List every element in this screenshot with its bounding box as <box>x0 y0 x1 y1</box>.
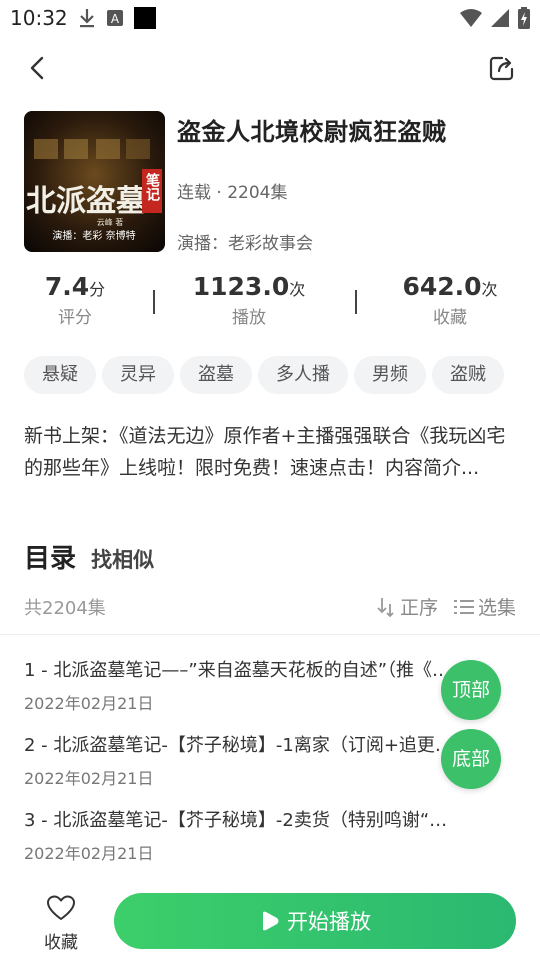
tag-chip[interactable]: 悬疑 <box>24 356 96 394</box>
stat-label: 评分 <box>58 308 92 328</box>
stat-label: 播放 <box>232 308 266 328</box>
book-cover[interactable]: 北派盗墓 笔记 云峰 著 演播：老彩 奈博特 <box>24 111 165 252</box>
tag-chip[interactable]: 男频 <box>354 356 426 394</box>
black-square-icon <box>134 7 156 29</box>
sort-label: 正序 <box>399 597 438 619</box>
stat-divider <box>153 290 155 314</box>
stat-rating: 7.4分 评分 <box>0 272 150 328</box>
a-icon: A <box>107 10 123 26</box>
select-episodes-button[interactable]: 选集 <box>453 593 516 620</box>
episode-title: 1 - 北派盗墓笔记—–”来自盗墓天花板的自述”（推《… <box>24 660 451 681</box>
episode-title: 3 - 北派盗墓笔记-【芥子秘境】-2卖货（特别鸣谢“… <box>24 810 448 831</box>
stat-value: 642.0 <box>402 272 482 301</box>
status-bar: 10:32 A <box>0 0 540 38</box>
stat-divider <box>355 290 357 314</box>
divider <box>0 634 540 635</box>
cover-main-text: 北派盗墓 <box>26 184 147 219</box>
cover-author-text: 云峰 著 <box>97 217 124 227</box>
start-play-label: 开始播放 <box>287 910 371 934</box>
tag-list: 悬疑 灵异 盗墓 多人播 男频 盗贼 <box>24 356 516 394</box>
scroll-bottom-button[interactable]: 底部 <box>441 729 501 789</box>
episode-count: 共2204集 <box>24 598 106 619</box>
tab-similar[interactable]: 找相似 <box>91 544 154 574</box>
stat-value: 1123.0 <box>192 272 290 301</box>
tag-chip[interactable]: 灵异 <box>102 356 174 394</box>
toc-header: 目录 找相似 <box>24 538 154 575</box>
stat-value: 7.4 <box>44 272 90 301</box>
share-button[interactable] <box>488 54 516 82</box>
episode-date: 2022年02月21日 <box>24 769 154 788</box>
book-status: 连载 · 2204集 <box>177 183 288 203</box>
stat-unit: 次 <box>481 280 498 299</box>
favorite-button[interactable]: 收藏 <box>36 894 86 953</box>
back-button[interactable] <box>22 52 54 84</box>
stat-favorites: 642.0次 收藏 <box>375 272 525 328</box>
sort-order-icon <box>377 597 394 617</box>
top-nav <box>0 48 540 88</box>
status-time: 10:32 <box>10 6 68 30</box>
play-icon <box>263 911 279 931</box>
stats-row: 7.4分 评分 1123.0次 播放 642.0次 收藏 <box>0 272 540 336</box>
tag-chip[interactable]: 盗贼 <box>432 356 504 394</box>
heart-icon <box>47 895 75 920</box>
bottom-bar: 收藏 开始播放 <box>0 880 540 960</box>
wifi-icon <box>460 9 482 27</box>
sort-button[interactable]: 正序 <box>376 593 438 620</box>
share-icon <box>489 56 514 81</box>
stat-unit: 分 <box>89 280 106 299</box>
stat-plays: 1123.0次 播放 <box>174 272 324 328</box>
tag-chip[interactable]: 盗墓 <box>180 356 252 394</box>
tag-chip[interactable]: 多人播 <box>258 356 348 394</box>
download-icon <box>80 9 94 28</box>
chevron-left-icon <box>30 56 44 80</box>
tab-catalog[interactable]: 目录 <box>24 538 76 575</box>
episode-date: 2022年02月21日 <box>24 844 154 863</box>
favorite-label: 收藏 <box>44 933 78 953</box>
stat-unit: 次 <box>289 280 306 299</box>
episode-item[interactable]: 3 - 北派盗墓笔记-【芥子秘境】-2卖货（特别鸣谢“… 2022年02月21日 <box>24 806 514 864</box>
book-description[interactable]: 新书上架：《道法无边》原作者+主播强强联合《我玩凶宅的那些年》上线啦！限时免费！… <box>24 420 514 484</box>
signal-icon <box>491 9 509 27</box>
book-title: 盗金人北境校尉疯狂盗贼 <box>177 118 447 146</box>
book-narrator: 演播：老彩故事会 <box>177 234 313 254</box>
battery-icon <box>518 7 530 29</box>
svg-text:A: A <box>111 12 120 26</box>
start-play-button[interactable]: 开始播放 <box>114 893 516 949</box>
cover-art: 北派盗墓 笔记 云峰 著 演播：老彩 奈博特 <box>24 111 165 252</box>
stat-label: 收藏 <box>433 308 467 328</box>
scroll-top-button[interactable]: 顶部 <box>441 660 501 720</box>
cover-side-text: 笔记 <box>144 172 160 202</box>
toc-actions: 正序 选集 <box>376 593 516 620</box>
cover-reader-text: 演播：老彩 奈博特 <box>52 229 135 242</box>
select-label: 选集 <box>477 597 516 619</box>
list-icon <box>453 599 474 614</box>
